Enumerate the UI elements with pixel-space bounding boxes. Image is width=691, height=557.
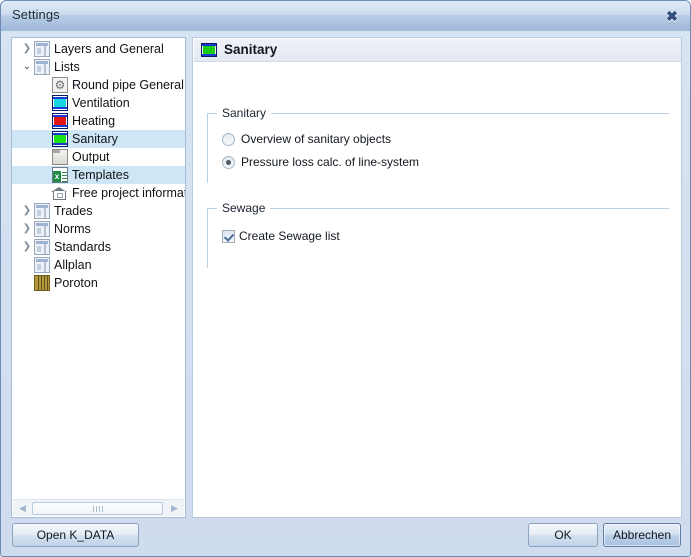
tree-item-label: Heating bbox=[72, 114, 116, 128]
window-icon bbox=[34, 203, 50, 219]
tree-item-label: Poroton bbox=[54, 276, 98, 290]
tree-item[interactable]: Output bbox=[12, 148, 185, 166]
scrollbar-grip-icon bbox=[92, 506, 103, 512]
duct-green-icon bbox=[201, 43, 217, 57]
gear-icon: ⚙ bbox=[52, 77, 68, 93]
tree-item[interactable]: ⌄ Lists bbox=[12, 58, 185, 76]
duct-red-icon bbox=[52, 113, 68, 129]
tree-item-label: Standards bbox=[54, 240, 111, 254]
window-icon bbox=[34, 257, 50, 273]
tree-item[interactable]: ❯ Layers and General bbox=[12, 40, 185, 58]
scrollbar-thumb[interactable] bbox=[32, 502, 163, 515]
home-icon bbox=[51, 185, 68, 201]
radio-button[interactable] bbox=[222, 156, 235, 169]
chevron-down-icon[interactable]: ⌄ bbox=[20, 58, 34, 76]
settings-tree[interactable]: ❯ Layers and General ⌄ Lists ⚙ Round pipe Gen… bbox=[12, 40, 185, 495]
tree-item[interactable]: Heating bbox=[12, 112, 185, 130]
window-icon bbox=[34, 239, 50, 255]
page-header: Sanitary bbox=[194, 39, 681, 62]
tree-item-label: Ventilation bbox=[72, 96, 130, 110]
open-k-data-button[interactable]: Open K_DATA bbox=[12, 523, 139, 547]
window-title: Settings bbox=[12, 7, 60, 22]
settings-content-panel: Sanitary Sanitary Overview of sanitary o… bbox=[192, 37, 682, 518]
chevron-right-icon[interactable]: ❯ bbox=[20, 40, 34, 58]
group-sewage-legend: Sewage bbox=[217, 201, 271, 215]
title-bar: Settings ✖ bbox=[1, 1, 690, 31]
tree-item-label: Norms bbox=[54, 222, 91, 236]
radio-button[interactable] bbox=[222, 133, 235, 146]
group-sanitary-legend: Sanitary bbox=[217, 106, 272, 120]
tree-item[interactable]: ❯ Standards bbox=[12, 238, 185, 256]
tree-item[interactable]: x Templates bbox=[12, 166, 185, 184]
excel-icon: x bbox=[52, 167, 68, 183]
tree-item[interactable]: ❯ Trades bbox=[12, 202, 185, 220]
tree-item-label: Templates bbox=[72, 168, 129, 182]
tree-item-label: Allplan bbox=[54, 258, 92, 272]
tree-item[interactable]: Sanitary bbox=[12, 130, 185, 148]
checkbox-label: Create Sewage list bbox=[239, 229, 340, 243]
duct-cyan-icon bbox=[52, 95, 68, 111]
window-icon bbox=[34, 221, 50, 237]
tree-item-label: Output bbox=[72, 150, 110, 164]
chevron-right-icon[interactable]: ❯ bbox=[20, 238, 34, 256]
brick-icon bbox=[34, 275, 50, 291]
close-icon[interactable]: ✖ bbox=[662, 7, 682, 25]
settings-dialog: Settings ✖ ❯ Layers and General ⌄ Lists ⚙ Rou… bbox=[0, 0, 691, 557]
settings-tree-panel: ❯ Layers and General ⌄ Lists ⚙ Round pipe Gen… bbox=[11, 37, 186, 518]
group-sanitary: Sanitary Overview of sanitary objects Pr… bbox=[207, 106, 669, 183]
scroll-left-arrow-icon[interactable]: ◀ bbox=[15, 500, 30, 516]
tree-item-label: Layers and General bbox=[54, 42, 164, 56]
tree-horizontal-scrollbar[interactable]: ◀ ▶ bbox=[13, 499, 184, 516]
tree-item-label: Trades bbox=[54, 204, 93, 218]
tree-item[interactable]: Ventilation bbox=[12, 94, 185, 112]
window-icon bbox=[34, 41, 50, 57]
tree-item[interactable]: ⚙ Round pipe General bbox=[12, 76, 185, 94]
tree-item[interactable]: ❯ Norms bbox=[12, 220, 185, 238]
radio-label: Overview of sanitary objects bbox=[241, 132, 392, 146]
ok-button[interactable]: OK bbox=[528, 523, 598, 547]
tree-item-label: Round pipe General bbox=[72, 78, 184, 92]
checkbox-box[interactable] bbox=[222, 230, 235, 243]
tree-item-label: Free project informat bbox=[72, 186, 185, 200]
window-icon bbox=[34, 59, 50, 75]
scroll-right-arrow-icon[interactable]: ▶ bbox=[167, 500, 182, 516]
tree-item[interactable]: Allplan bbox=[12, 256, 185, 274]
radio-label: Pressure loss calc. of line-system bbox=[241, 155, 420, 169]
folder-icon bbox=[52, 149, 68, 165]
chevron-right-icon[interactable]: ❯ bbox=[20, 202, 34, 220]
group-sewage: Sewage Create Sewage list bbox=[207, 201, 669, 268]
cancel-button[interactable]: Abbrechen bbox=[603, 523, 681, 547]
duct-green-icon bbox=[52, 131, 68, 147]
tree-item-label: Lists bbox=[54, 60, 80, 74]
tree-item-label: Sanitary bbox=[72, 132, 118, 146]
tree-item[interactable]: Poroton bbox=[12, 274, 185, 292]
page-title: Sanitary bbox=[224, 42, 278, 57]
chevron-right-icon[interactable]: ❯ bbox=[20, 220, 34, 238]
tree-item[interactable]: Free project informat bbox=[12, 184, 185, 202]
